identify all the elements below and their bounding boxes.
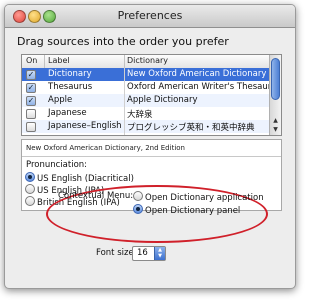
row-label: Dictionary bbox=[48, 69, 92, 79]
row-checkbox[interactable]: ✓ bbox=[26, 83, 36, 93]
radio-button[interactable] bbox=[25, 184, 35, 194]
table-scrollbar[interactable]: ▲ ▼ bbox=[269, 55, 281, 135]
table-row[interactable]: ✓ Dictionary New Oxford American Diction… bbox=[22, 68, 269, 81]
scroll-up-arrow-icon[interactable]: ▲ bbox=[270, 116, 281, 125]
table-row[interactable]: Japanese 大辞泉 bbox=[22, 107, 269, 120]
contextual-menu-label: Contextual Menu: bbox=[58, 191, 134, 201]
row-checkbox[interactable]: ✓ bbox=[26, 70, 36, 80]
row-dictionary: 大辞泉 bbox=[127, 110, 153, 120]
edition-label: New Oxford American Dictionary, 2nd Edit… bbox=[26, 144, 185, 152]
column-header-dictionary[interactable]: Dictionary bbox=[127, 56, 168, 65]
contextual-menu-option[interactable]: Open Dictionary panel bbox=[133, 204, 240, 216]
row-dictionary: Oxford American Writer's Thesaurus bbox=[127, 82, 282, 92]
row-label: Japanese bbox=[48, 108, 87, 118]
row-checkbox[interactable]: ✓ bbox=[26, 96, 36, 106]
row-label: Apple bbox=[48, 95, 73, 105]
table-row[interactable]: ✓ Apple Apple Dictionary bbox=[22, 94, 269, 107]
radio-button[interactable] bbox=[25, 196, 35, 206]
window-title: Preferences bbox=[117, 9, 183, 22]
pronunciation-label: Pronunciation: bbox=[26, 160, 88, 170]
option-label: Open Dictionary application bbox=[145, 193, 264, 203]
scroll-down-arrow-icon[interactable]: ▼ bbox=[270, 125, 281, 134]
radio-button[interactable] bbox=[133, 204, 143, 214]
radio-button[interactable] bbox=[133, 191, 143, 201]
title-bar[interactable]: Preferences bbox=[5, 5, 295, 28]
row-label: Thesaurus bbox=[48, 82, 93, 92]
font-size-value: 16 bbox=[137, 248, 148, 258]
column-header-label[interactable]: Label bbox=[48, 56, 70, 65]
row-dictionary: Apple Dictionary bbox=[127, 95, 198, 105]
column-header-on[interactable]: On bbox=[26, 56, 37, 65]
contextual-menu-option[interactable]: Open Dictionary application bbox=[133, 191, 264, 203]
option-label: US English (Diacritical) bbox=[37, 174, 134, 184]
row-checkbox[interactable] bbox=[26, 109, 36, 119]
sources-table[interactable]: On Label Dictionary ✓ Dictionary New Oxf… bbox=[21, 54, 282, 136]
radio-button[interactable] bbox=[25, 172, 35, 182]
row-dictionary: New Oxford American Dictionary bbox=[127, 69, 267, 79]
row-dictionary: プログレッシブ英和・和英中辞典 bbox=[127, 123, 255, 133]
option-label: Open Dictionary panel bbox=[145, 206, 241, 216]
table-header: On Label Dictionary bbox=[22, 55, 269, 69]
table-row[interactable]: Japanese–English プログレッシブ英和・和英中辞典 bbox=[22, 120, 269, 133]
instructions-heading: Drag sources into the order you prefer bbox=[17, 35, 229, 48]
row-checkbox[interactable] bbox=[26, 122, 36, 132]
stepper-arrows-icon[interactable]: ▲ ▼ bbox=[154, 247, 165, 260]
font-size-select[interactable]: 16 ▲ ▼ bbox=[132, 246, 166, 261]
pronunciation-option[interactable]: US English (Diacritical) bbox=[25, 172, 134, 184]
font-size-label: Font size: bbox=[96, 248, 137, 258]
preferences-window: Preferences Drag sources into the order … bbox=[4, 4, 296, 289]
row-label: Japanese–English bbox=[48, 121, 122, 131]
scrollbar-thumb[interactable] bbox=[271, 58, 280, 100]
table-row[interactable]: ✓ Thesaurus Oxford American Writer's The… bbox=[22, 81, 281, 94]
